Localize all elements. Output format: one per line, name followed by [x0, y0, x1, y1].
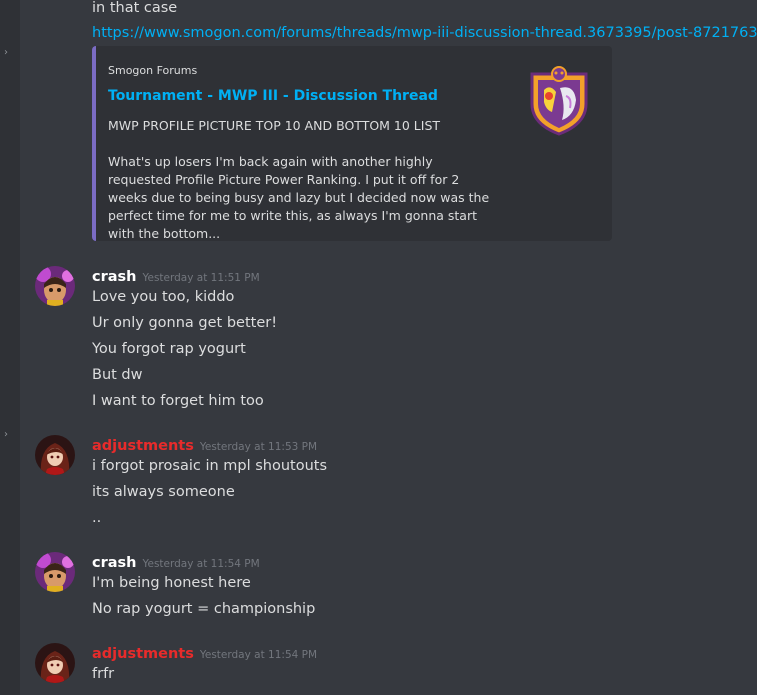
- left-sidebar-edge: › ›: [0, 0, 20, 695]
- username[interactable]: adjustments: [92, 646, 194, 662]
- timestamp: Yesterday at 11:54 PM: [199, 649, 318, 661]
- message-link[interactable]: https://www.smogon.com/forums/threads/mw…: [92, 25, 757, 41]
- username[interactable]: crash: [92, 269, 136, 285]
- message-text: But dw: [92, 367, 143, 383]
- embed-description: What's up losers I'm back again with ano…: [108, 154, 490, 241]
- message-text: I want to forget him too: [92, 393, 264, 409]
- message-text: You forgot rap yogurt: [92, 341, 246, 357]
- message-text: frfr: [92, 666, 115, 682]
- embed-title[interactable]: Tournament - MWP III - Discussion Thread: [108, 88, 438, 104]
- avatar[interactable]: [35, 435, 75, 475]
- avatar[interactable]: [35, 552, 75, 592]
- message-header: adjustments Yesterday at 11:54 PM: [92, 643, 317, 662]
- username[interactable]: crash: [92, 555, 136, 571]
- message-text: Love you too, kiddo: [92, 289, 235, 305]
- link-embed: Smogon Forums Tournament - MWP III - Dis…: [92, 46, 612, 241]
- embed-subtitle: MWP PROFILE PICTURE TOP 10 AND BOTTOM 10…: [108, 118, 441, 133]
- message-list: in that case https://www.smogon.com/foru…: [20, 0, 757, 695]
- scroll-arrow-icon[interactable]: ›: [4, 420, 16, 450]
- timestamp: Yesterday at 11:53 PM: [199, 441, 318, 453]
- message-text: I'm being honest here: [92, 575, 251, 591]
- message-text: ..: [92, 510, 102, 526]
- collapse-arrow-icon[interactable]: ›: [4, 38, 16, 68]
- message-header: crash Yesterday at 11:54 PM: [92, 552, 260, 571]
- discord-chat-window: › › in that case https://www.smogon.com/…: [0, 0, 757, 695]
- timestamp: Yesterday at 11:54 PM: [142, 558, 260, 570]
- tournament-shield-logo-icon[interactable]: [526, 66, 592, 136]
- avatar[interactable]: [35, 266, 75, 306]
- message-text: i forgot prosaic in mpl shoutouts: [92, 458, 328, 474]
- message-header: crash Yesterday at 11:51 PM: [92, 266, 260, 285]
- message-text: in that case: [92, 0, 178, 16]
- timestamp: Yesterday at 11:51 PM: [142, 272, 260, 284]
- avatar[interactable]: [35, 643, 75, 683]
- embed-provider[interactable]: Smogon Forums: [108, 64, 197, 77]
- username[interactable]: adjustments: [92, 438, 194, 454]
- message-header: adjustments Yesterday at 11:53 PM: [92, 435, 317, 454]
- message-text: its always someone: [92, 484, 235, 500]
- message-text: Ur only gonna get better!: [92, 315, 278, 331]
- message-text: No rap yogurt = championship: [92, 601, 316, 617]
